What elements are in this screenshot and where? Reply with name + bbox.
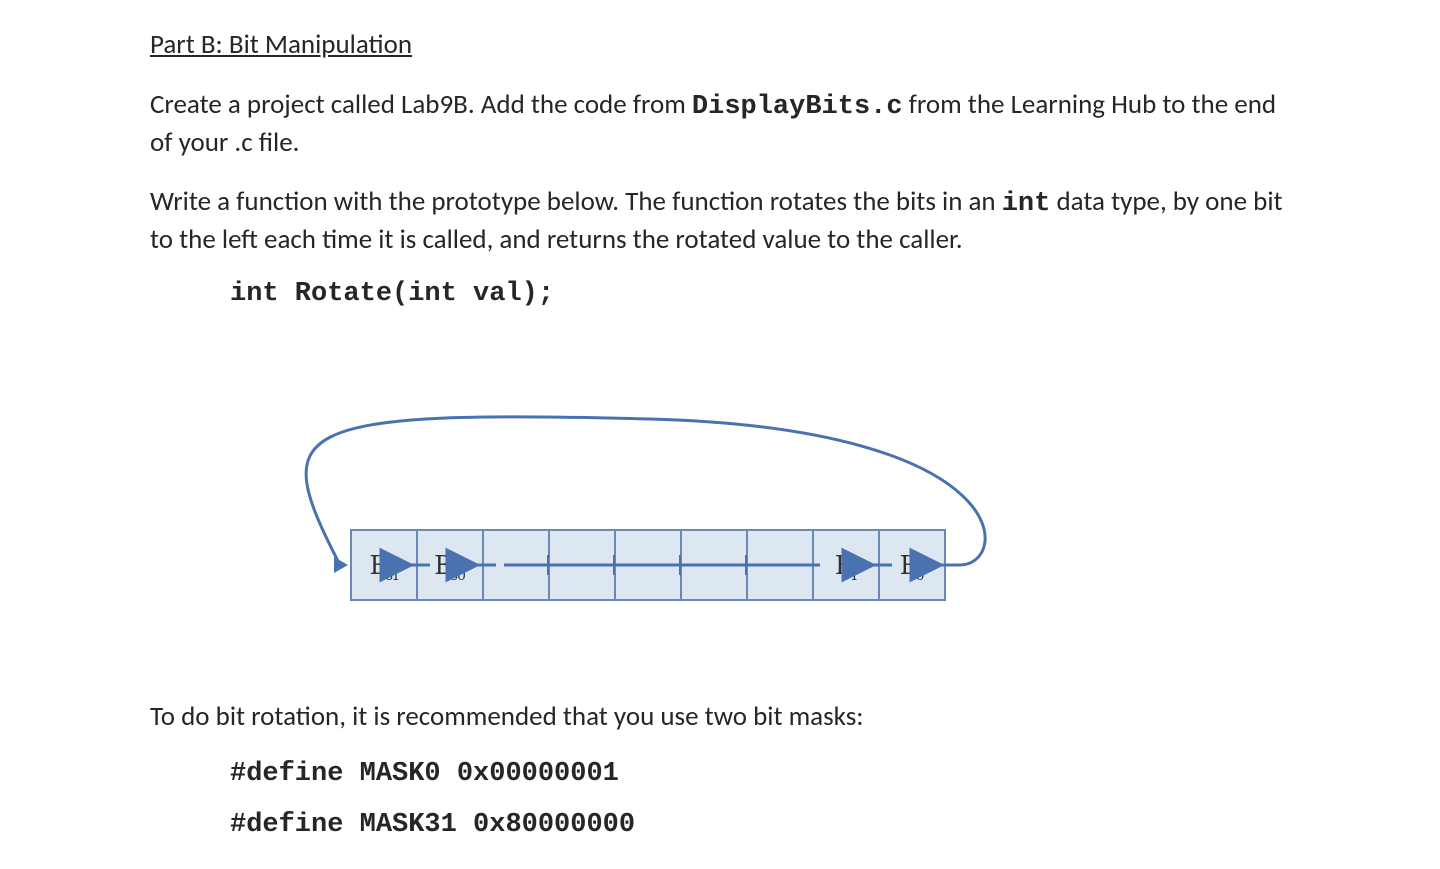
bit-label-0: B0 bbox=[900, 549, 924, 581]
bit-box-1: B1 bbox=[812, 529, 880, 601]
bit-label-1: B1 bbox=[835, 549, 857, 581]
prototype-code: int Rotate(int val); bbox=[230, 279, 1290, 309]
bit-boxes: B31 B30 B1 B0 bbox=[350, 529, 946, 601]
mask31-line: #define MASK31 0x80000000 bbox=[230, 810, 635, 840]
bit-label-30-b: B bbox=[435, 549, 451, 581]
bit-label-1-b: B bbox=[835, 549, 851, 581]
page-root: Part B: Bit Manipulation Create a projec… bbox=[0, 0, 1440, 869]
para2-text-a: Write a function with the prototype belo… bbox=[150, 185, 1002, 218]
bit-box-31: B31 bbox=[350, 529, 418, 601]
bit-label-30: B30 bbox=[435, 549, 466, 581]
bit-rotation-diagram: B31 B30 B1 B0 bbox=[260, 369, 1020, 649]
para1-code: DisplayBits.c bbox=[692, 92, 903, 122]
mask0-line: #define MASK0 0x00000001 bbox=[230, 759, 619, 789]
bit-label-31: B31 bbox=[370, 549, 399, 581]
diagram-arrows-svg bbox=[260, 369, 1020, 649]
bit-box-blank-4 bbox=[680, 529, 748, 601]
paragraph-2: Write a function with the prototype belo… bbox=[150, 184, 1290, 259]
bit-box-blank-2 bbox=[548, 529, 616, 601]
bit-label-1-sub: 1 bbox=[851, 566, 856, 584]
bit-label-0-sub: 0 bbox=[916, 566, 924, 584]
bit-box-blank-1 bbox=[482, 529, 550, 601]
bit-label-30-sub: 30 bbox=[451, 566, 466, 584]
bit-label-0-b: B bbox=[900, 549, 916, 581]
bit-box-blank-3 bbox=[614, 529, 682, 601]
para2-code: int bbox=[1002, 189, 1051, 219]
rotate-arc-arrowhead bbox=[334, 557, 348, 573]
section-heading: Part B: Bit Manipulation bbox=[150, 28, 1290, 61]
bit-box-0: B0 bbox=[878, 529, 946, 601]
bit-label-31-b: B bbox=[370, 549, 386, 581]
paragraph-1: Create a project called Lab9B. Add the c… bbox=[150, 87, 1290, 162]
bit-box-30: B30 bbox=[416, 529, 484, 601]
paragraph-3: To do bit rotation, it is recommended th… bbox=[150, 699, 1290, 735]
mask-defines: #define MASK0 0x00000001 #define MASK31 … bbox=[230, 749, 1290, 852]
bit-label-31-sub: 31 bbox=[386, 566, 398, 584]
para1-text-a: Create a project called Lab9B. Add the c… bbox=[150, 88, 692, 121]
bit-box-blank-5 bbox=[746, 529, 814, 601]
